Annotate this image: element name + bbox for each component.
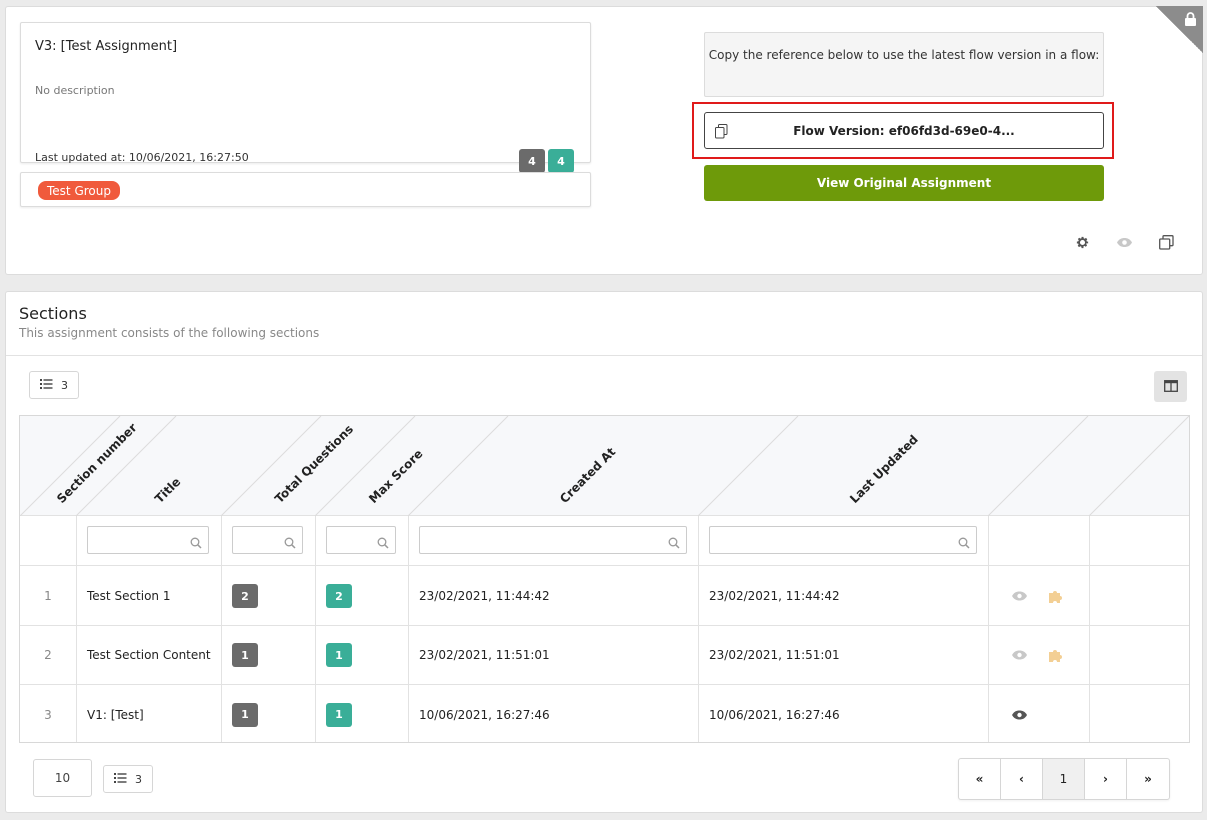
score-badge: 4 <box>548 149 574 173</box>
first-page-button[interactable]: « <box>959 759 1001 799</box>
assignment-info-card: V3: [Test Assignment] No description Las… <box>20 22 591 173</box>
group-tag[interactable]: Test Group <box>38 181 120 200</box>
eye-icon[interactable] <box>1011 685 1028 742</box>
section-number: 1 <box>44 589 52 603</box>
assignment-last-updated: Last updated at: 10/06/2021, 16:27:50 <box>35 151 249 164</box>
view-original-assignment-button[interactable]: View Original Assignment <box>704 165 1104 201</box>
row-count-label: 3 <box>61 378 68 392</box>
total-questions-badge: 1 <box>232 643 258 667</box>
max-score-badge: 1 <box>326 702 352 727</box>
section-title: Test Section Content <box>87 648 211 662</box>
list-icon <box>40 378 53 392</box>
list-icon <box>114 772 127 786</box>
search-icon <box>190 534 202 553</box>
gear-icon[interactable] <box>1075 235 1090 254</box>
table-row[interactable]: 3 V1: [Test] 1 1 10/06/2021, 16:27:46 10… <box>20 685 1189 742</box>
search-icon <box>284 534 296 553</box>
section-number: 2 <box>44 648 52 662</box>
created-at: 10/06/2021, 16:27:46 <box>419 707 550 722</box>
assignment-badges: 4 4 <box>519 149 574 173</box>
group-card: Test Group <box>20 172 591 207</box>
row-count-button-bottom[interactable]: 3 <box>103 765 153 793</box>
created-at: 23/02/2021, 11:44:42 <box>419 589 550 603</box>
table-row[interactable]: 2 Test Section Content 1 1 23/02/2021, 1… <box>20 626 1189 685</box>
row-count-button[interactable]: 3 <box>29 371 79 399</box>
assignment-title: V3: [Test Assignment] <box>35 39 178 54</box>
eye-icon[interactable] <box>1116 235 1133 254</box>
duplicate-icon[interactable] <box>1159 235 1174 254</box>
table-row[interactable]: 1 Test Section 1 2 2 23/02/2021, 11:44:4… <box>20 567 1189 626</box>
puzzle-icon[interactable] <box>1048 567 1064 625</box>
section-title: V1: [Test] <box>87 707 144 722</box>
sections-subtitle: This assignment consists of the followin… <box>19 326 320 340</box>
filter-row <box>20 516 1189 566</box>
prev-page-button[interactable]: ‹ <box>1001 759 1043 799</box>
locked-ribbon <box>1156 6 1203 53</box>
last-updated: 10/06/2021, 16:27:46 <box>709 707 840 722</box>
columns-icon <box>1163 377 1178 396</box>
assignment-panel: V3: [Test Assignment] No description Las… <box>5 6 1203 275</box>
max-score-badge: 1 <box>326 643 352 667</box>
last-updated-filter-input[interactable] <box>709 526 977 554</box>
questions-badge: 4 <box>519 149 545 173</box>
row-count-label: 3 <box>135 772 142 786</box>
puzzle-icon[interactable] <box>1048 626 1064 684</box>
table-header: Section number Title Total Questions Max… <box>20 416 1189 516</box>
eye-icon[interactable] <box>1011 567 1028 625</box>
copy-icon <box>715 124 728 142</box>
total-questions-badge: 1 <box>232 702 258 727</box>
divider <box>6 355 1202 356</box>
max-score-badge: 2 <box>326 584 352 608</box>
last-updated: 23/02/2021, 11:51:01 <box>709 648 840 662</box>
total-questions-badge: 2 <box>232 584 258 608</box>
columns-toggle-button[interactable] <box>1154 371 1187 402</box>
flow-version-label: Flow Version: ef06fd3d-69e0-4... <box>793 123 1015 138</box>
total-questions-filter-input[interactable] <box>232 526 303 554</box>
last-page-button[interactable]: » <box>1127 759 1169 799</box>
max-score-filter-input[interactable] <box>326 526 396 554</box>
title-filter-input[interactable] <box>87 526 209 554</box>
section-number: 3 <box>44 707 52 722</box>
pagination: « ‹ 1 › » <box>958 758 1170 800</box>
flow-version-button[interactable]: Flow Version: ef06fd3d-69e0-4... <box>704 112 1104 149</box>
assignment-description: No description <box>35 84 115 97</box>
lock-icon <box>1184 11 1197 30</box>
last-updated: 23/02/2021, 11:44:42 <box>709 589 840 603</box>
search-icon <box>958 534 970 553</box>
search-icon <box>668 534 680 553</box>
page-1-button[interactable]: 1 <box>1043 759 1085 799</box>
created-at: 23/02/2021, 11:51:01 <box>419 648 550 662</box>
sections-panel: Sections This assignment consists of the… <box>5 291 1203 813</box>
page-size-select[interactable]: 10 <box>33 759 92 797</box>
section-title: Test Section 1 <box>87 589 171 603</box>
eye-icon[interactable] <box>1011 626 1028 684</box>
created-at-filter-input[interactable] <box>419 526 687 554</box>
copy-reference-note: Copy the reference below to use the late… <box>704 32 1104 97</box>
sections-table: Section number Title Total Questions Max… <box>19 415 1190 743</box>
sections-title: Sections <box>19 304 87 323</box>
search-icon <box>377 534 389 553</box>
next-page-button[interactable]: › <box>1085 759 1127 799</box>
